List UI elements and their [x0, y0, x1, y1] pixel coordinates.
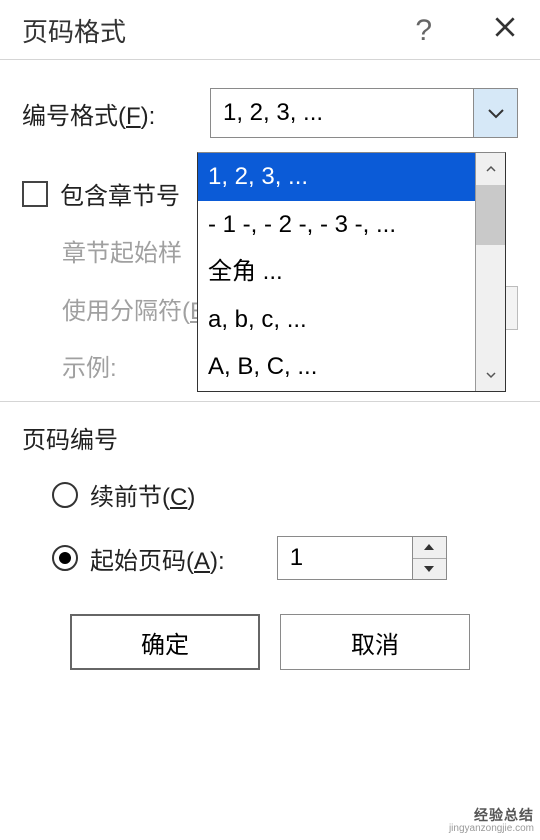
- titlebar: 页码格式 ?: [0, 0, 540, 60]
- include-chapter-checkbox[interactable]: [22, 181, 48, 207]
- dropdown-option[interactable]: - 1 -, - 2 -, - 3 -, ...: [198, 201, 475, 249]
- dropdown-scrollbar[interactable]: [475, 153, 505, 391]
- dropdown-option[interactable]: 全角 ...: [198, 248, 475, 296]
- watermark: 经验总结 jingyanzongjie.com: [449, 808, 534, 834]
- number-format-value: 1, 2, 3, ...: [223, 99, 323, 127]
- help-button[interactable]: ?: [415, 14, 432, 48]
- close-button[interactable]: [492, 14, 518, 47]
- dropdown-option[interactable]: a, b, c, ...: [198, 296, 475, 344]
- chevron-up-icon: [485, 165, 497, 173]
- start-at-radio-label: 起始页码(A):: [90, 541, 225, 576]
- number-format-combo[interactable]: 1, 2, 3, ...: [210, 88, 518, 138]
- number-format-dropdown-button[interactable]: [473, 89, 517, 137]
- dropdown-option[interactable]: A, B, C, ...: [198, 343, 475, 391]
- start-at-value[interactable]: 1: [278, 537, 412, 579]
- start-at-spinner[interactable]: 1: [277, 536, 447, 580]
- triangle-down-icon: [423, 565, 435, 573]
- number-format-dropdown-list: 1, 2, 3, ... - 1 -, - 2 -, - 3 -, ... 全角…: [197, 152, 506, 392]
- continue-radio[interactable]: [52, 482, 78, 508]
- triangle-up-icon: [423, 543, 435, 551]
- continue-radio-label: 续前节(C): [90, 477, 195, 512]
- scrollbar-track[interactable]: [476, 245, 505, 359]
- chevron-down-icon: [485, 371, 497, 379]
- chevron-down-icon: [487, 107, 505, 119]
- scroll-up-button[interactable]: [476, 153, 505, 185]
- dropdown-option[interactable]: 1, 2, 3, ...: [198, 153, 475, 201]
- start-at-decrement[interactable]: [413, 559, 446, 580]
- start-at-increment[interactable]: [413, 537, 446, 559]
- scroll-down-button[interactable]: [476, 359, 505, 391]
- number-format-label: 编号格式(F):: [22, 96, 192, 131]
- scrollbar-thumb[interactable]: [476, 185, 505, 245]
- cancel-button[interactable]: 取消: [280, 614, 470, 670]
- start-at-radio[interactable]: [52, 545, 78, 571]
- ok-button[interactable]: 确定: [70, 614, 260, 670]
- close-icon: [492, 14, 518, 40]
- include-chapter-label: 包含章节号: [60, 176, 180, 211]
- dialog-title: 页码格式: [22, 12, 126, 49]
- page-numbering-title: 页码编号: [22, 420, 518, 455]
- section-divider: [0, 401, 540, 402]
